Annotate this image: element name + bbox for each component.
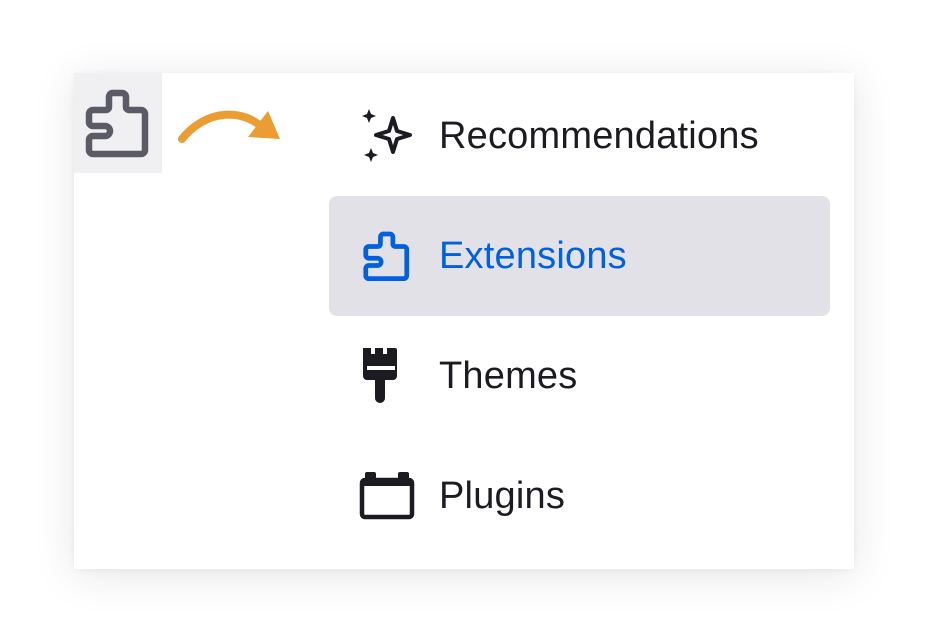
menu-item-label: Themes — [439, 354, 578, 397]
menu-item-plugins[interactable]: Plugins — [329, 436, 830, 556]
menu-item-label: Plugins — [439, 474, 566, 517]
puzzle-piece-icon — [85, 89, 149, 158]
sparkles-icon — [359, 106, 415, 166]
pointer-arrow-icon — [178, 110, 280, 143]
plugin-block-icon — [359, 466, 415, 526]
paintbrush-icon — [359, 346, 415, 406]
menu-item-recommendations[interactable]: Recommendations — [329, 76, 830, 196]
add-ons-panel: Recommendations Extensions Themes Plugin… — [74, 73, 854, 569]
menu-item-label: Recommendations — [439, 114, 759, 157]
menu-item-extensions[interactable]: Extensions — [329, 196, 830, 316]
toolbar-extensions-button[interactable] — [74, 73, 162, 173]
menu-item-label: Extensions — [439, 234, 627, 277]
menu-item-themes[interactable]: Themes — [329, 316, 830, 436]
puzzle-piece-icon — [359, 226, 415, 286]
